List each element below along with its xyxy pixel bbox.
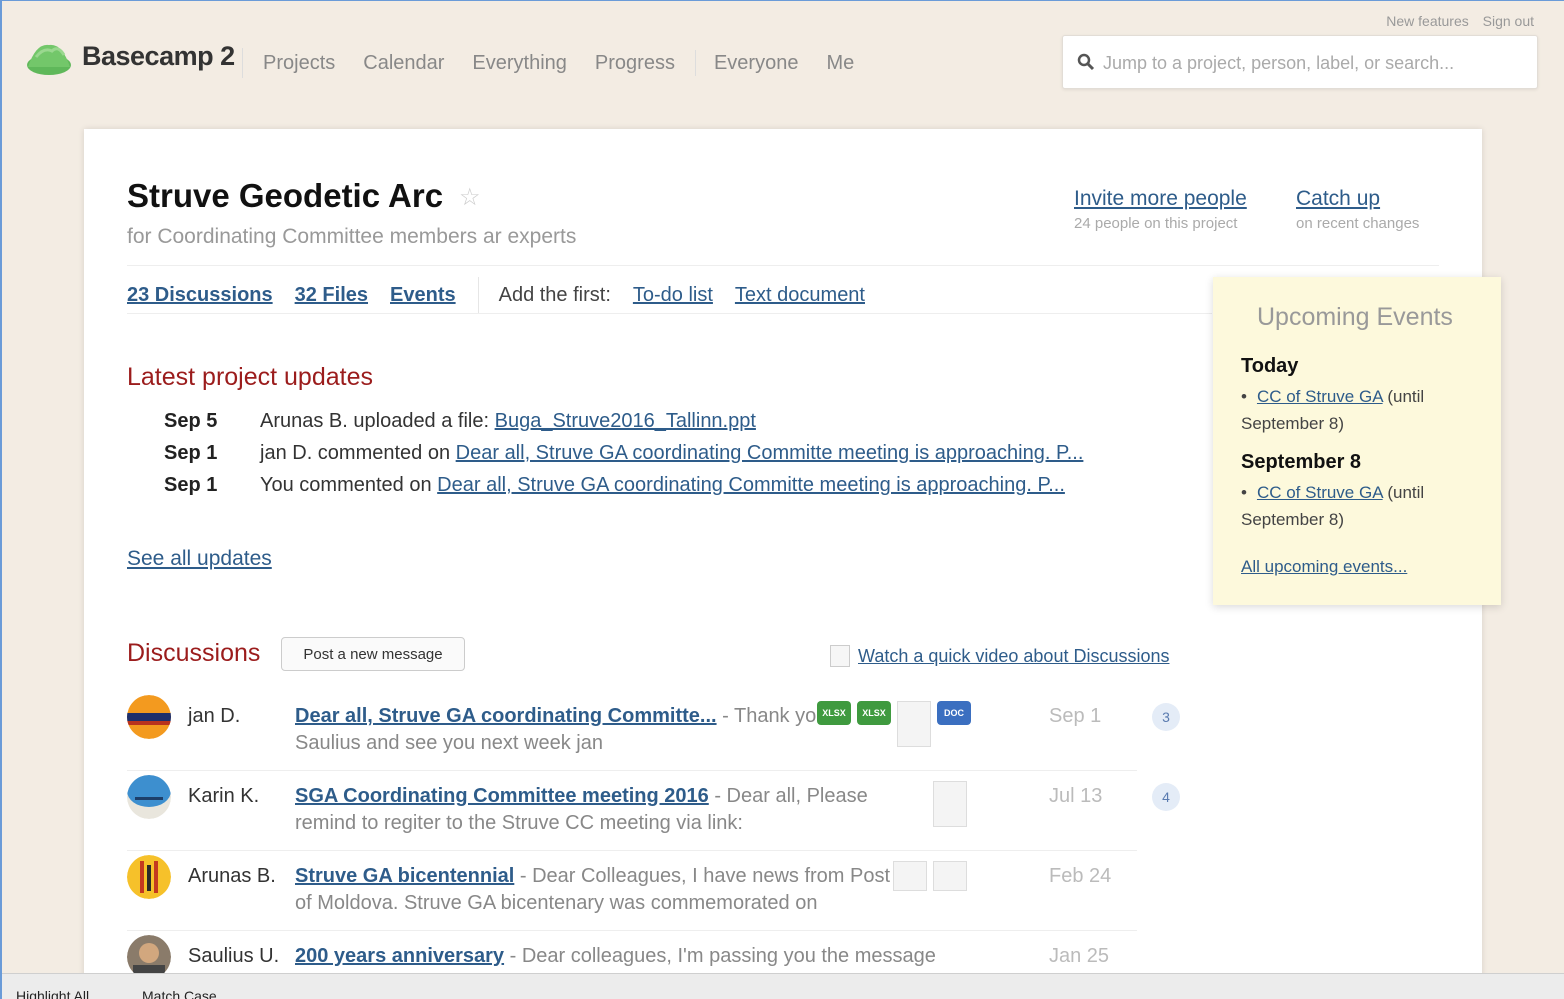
basecamp-logo-icon[interactable]	[26, 35, 72, 75]
update-item: Sep 1 You commented on Dear all, Struve …	[164, 471, 1124, 499]
event-item: • CC of Struve GA (until September 8)	[1241, 387, 1425, 433]
author-name: Arunas B.	[188, 865, 276, 887]
update-link[interactable]: Dear all, Struve GA coordinating Committ…	[456, 442, 1084, 464]
image-thumbnail-icon[interactable]	[893, 861, 927, 891]
tabs-divider	[477, 277, 479, 313]
top-links: New features Sign out	[1376, 13, 1534, 29]
attachments	[933, 781, 967, 827]
doc-file-icon[interactable]: DOC	[937, 701, 971, 725]
project-subtitle: for Coordinating Committee members ar ex…	[127, 225, 577, 248]
add-text-document-link[interactable]: Text document	[735, 284, 865, 307]
post-new-message-button[interactable]: Post a new message	[281, 637, 465, 671]
new-features-link[interactable]: New features	[1386, 13, 1468, 29]
update-item: Sep 5 Arunas B. uploaded a file: Buga_St…	[164, 407, 1124, 435]
discussion-row[interactable]: Karin K. SGA Coordinating Committee meet…	[127, 771, 1180, 851]
nav-projects[interactable]: Projects	[263, 52, 335, 75]
discussion-title-link[interactable]: SGA Coordinating Committee meeting 2016	[295, 785, 709, 807]
discussion-date: Sep 1	[1049, 705, 1102, 727]
discussion-title-link[interactable]: Dear all, Struve GA coordinating Committ…	[295, 705, 717, 727]
star-icon[interactable]: ☆	[459, 183, 481, 212]
project-tabs: 23 Discussions 32 Files Events Add the f…	[127, 277, 887, 313]
update-link[interactable]: Buga_Struve2016_Tallinn.ppt	[495, 410, 756, 432]
add-todo-list-link[interactable]: To-do list	[633, 284, 713, 307]
nav-me[interactable]: Me	[826, 52, 854, 75]
xlsx-file-icon[interactable]: XLSX	[817, 701, 851, 725]
update-text: You commented on	[260, 474, 438, 496]
avatar	[127, 695, 171, 739]
comment-count-badge: 3	[1152, 703, 1180, 731]
event-item: • CC of Struve GA (until September 8)	[1241, 483, 1425, 529]
avatar	[127, 855, 171, 899]
tab-discussions[interactable]: 23 Discussions	[127, 284, 273, 307]
update-text: Arunas B. uploaded a file:	[260, 410, 495, 432]
search-icon	[1077, 53, 1095, 71]
xlsx-file-icon[interactable]: XLSX	[857, 701, 891, 725]
catchup-block: Catch up on recent changes	[1296, 187, 1419, 232]
upcoming-events-heading: Upcoming Events	[1257, 303, 1453, 331]
nav-everyone[interactable]: Everyone	[714, 52, 799, 75]
discussions-heading: Discussions	[127, 639, 261, 667]
author-name: jan D.	[188, 705, 241, 727]
tab-files[interactable]: 32 Files	[295, 284, 368, 307]
search-box	[1062, 35, 1538, 89]
people-count-text: 24 people on this project	[1074, 215, 1238, 232]
top-bar: Basecamp 2 Projects Calendar Everything …	[2, 1, 1564, 111]
discussion-date: Feb 24	[1049, 865, 1112, 887]
image-thumbnail-icon[interactable]	[933, 861, 967, 891]
event-day-heading: Today	[1241, 355, 1299, 377]
nav-divider	[694, 50, 696, 76]
discussion-excerpt: - Dear colleagues, I'm passing you the m…	[504, 945, 936, 967]
event-link[interactable]: CC of Struve GA	[1257, 387, 1383, 406]
invite-people-link[interactable]: Invite more people	[1074, 187, 1247, 211]
updates-list: Sep 5 Arunas B. uploaded a file: Buga_St…	[164, 407, 1124, 503]
author-name: Karin K.	[188, 785, 260, 807]
find-bar: Highlight All Match Case	[2, 973, 1564, 999]
latest-updates-heading: Latest project updates	[127, 363, 373, 391]
discussion-title-link[interactable]: 200 years anniversary	[295, 945, 504, 967]
discussion-row[interactable]: Arunas B. Struve GA bicentennial - Dear …	[127, 851, 1137, 931]
catch-up-link[interactable]: Catch up	[1296, 187, 1419, 211]
divider	[127, 313, 1212, 314]
update-date: Sep 5	[164, 410, 218, 432]
discussion-row[interactable]: jan D. Dear all, Struve GA coordinating …	[127, 691, 1180, 771]
discussion-title-link[interactable]: Struve GA bicentennial	[295, 865, 514, 887]
discussion-date: Jan 25	[1049, 945, 1110, 967]
tab-events[interactable]: Events	[390, 284, 456, 307]
divider	[127, 265, 1439, 266]
match-case-toggle[interactable]: Match Case	[142, 988, 217, 999]
main-nav: Projects Calendar Everything Progress Ev…	[242, 48, 882, 78]
app-name[interactable]: Basecamp 2	[82, 41, 235, 72]
update-link[interactable]: Dear all, Struve GA coordinating Committ…	[437, 474, 1065, 496]
add-first-label: Add the first:	[498, 283, 611, 306]
catch-up-subtext: on recent changes	[1296, 215, 1420, 232]
attachments	[893, 861, 967, 891]
watch-video-link[interactable]: Watch a quick video about Discussions	[858, 646, 1169, 667]
document-thumbnail-icon[interactable]	[897, 701, 931, 747]
author-name: Saulius U.	[188, 945, 280, 967]
nav-progress[interactable]: Progress	[595, 52, 675, 75]
highlight-all-toggle[interactable]: Highlight All	[16, 988, 89, 999]
all-upcoming-events-link[interactable]: All upcoming events...	[1241, 557, 1407, 577]
sign-out-link[interactable]: Sign out	[1483, 13, 1534, 29]
update-date: Sep 1	[164, 442, 218, 464]
upcoming-events-panel: Upcoming Events Today • CC of Struve GA (…	[1213, 277, 1501, 605]
document-thumbnail-icon[interactable]	[933, 781, 967, 827]
update-date: Sep 1	[164, 474, 218, 496]
avatar	[127, 775, 171, 819]
video-link-block: Watch a quick video about Discussions	[830, 645, 1169, 667]
event-day-heading: September 8	[1241, 451, 1362, 473]
nav-calendar[interactable]: Calendar	[363, 52, 444, 75]
nav-everything[interactable]: Everything	[472, 52, 567, 75]
invite-block: Invite more people 24 people on this pro…	[1074, 187, 1247, 232]
see-all-updates-link[interactable]: See all updates	[127, 547, 272, 571]
update-text: jan D. commented on	[260, 442, 456, 464]
event-link[interactable]: CC of Struve GA	[1257, 483, 1383, 502]
search-input[interactable]	[1103, 48, 1523, 78]
attachments: XLSX XLSX DOC	[817, 701, 971, 747]
comment-count-badge: 4	[1152, 783, 1180, 811]
discussion-date: Jul 13	[1049, 785, 1103, 807]
video-icon	[830, 645, 850, 667]
update-item: Sep 1 jan D. commented on Dear all, Stru…	[164, 439, 1124, 467]
project-title: Struve Geodetic Arc	[127, 177, 444, 214]
